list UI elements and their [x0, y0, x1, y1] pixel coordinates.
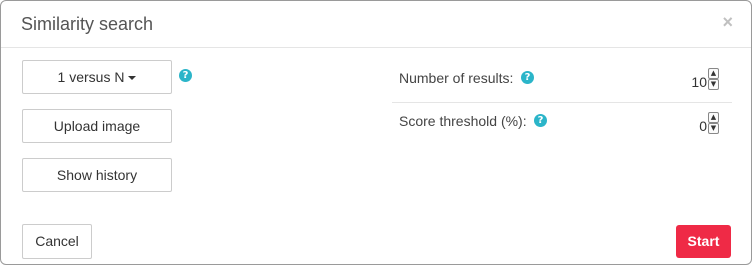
similarity-search-dialog: Similarity search × 1 versus N ? Upload … [0, 0, 752, 265]
threshold-decrement-icon[interactable]: ▼ [708, 123, 719, 134]
threshold-stepper[interactable]: ▲ ▼ [708, 112, 719, 134]
results-increment-icon[interactable]: ▲ [708, 68, 719, 79]
results-label: Number of results: [399, 70, 514, 86]
mode-dropdown[interactable]: 1 versus N [22, 60, 172, 94]
results-decrement-icon[interactable]: ▼ [708, 79, 719, 90]
results-input[interactable]: 10 [671, 74, 707, 90]
dialog-header: Similarity search × [1, 1, 751, 48]
show-history-button[interactable]: Show history [22, 158, 172, 192]
settings-divider [392, 102, 732, 103]
cancel-button[interactable]: Cancel [22, 224, 92, 259]
threshold-help-icon[interactable]: ? [534, 114, 547, 127]
results-stepper[interactable]: ▲ ▼ [708, 68, 719, 90]
dialog-title: Similarity search [21, 14, 154, 34]
upload-image-button[interactable]: Upload image [22, 109, 172, 143]
mode-dropdown-label: 1 versus N [57, 69, 125, 85]
mode-help-icon[interactable]: ? [179, 69, 192, 82]
start-button[interactable]: Start [676, 225, 731, 258]
threshold-label: Score threshold (%): [399, 113, 527, 129]
threshold-increment-icon[interactable]: ▲ [708, 112, 719, 123]
caret-down-icon [128, 76, 137, 81]
threshold-input[interactable]: 0 [671, 118, 707, 134]
close-icon[interactable]: × [722, 12, 733, 32]
results-help-icon[interactable]: ? [521, 71, 534, 84]
